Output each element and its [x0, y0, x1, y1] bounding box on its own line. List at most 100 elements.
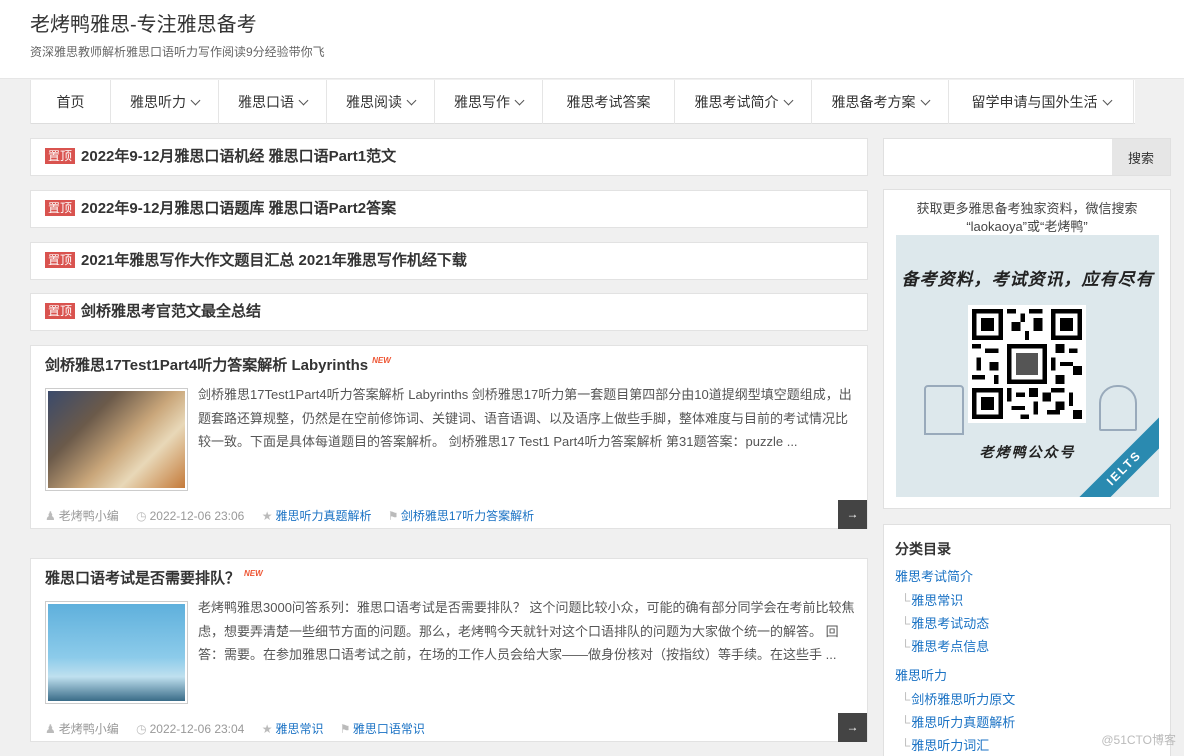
- tag-icon: ⚑: [388, 509, 398, 523]
- new-badge: NEW: [372, 356, 391, 365]
- post-tag: ⚑ 剑桥雅思17听力答案解析: [389, 509, 534, 523]
- subcategory-item[interactable]: └雅思听力词汇: [901, 735, 989, 754]
- sticky-post[interactable]: 置顶 剑桥雅思考官范文最全总结: [30, 293, 868, 331]
- sticky-post[interactable]: 置顶 2022年9-12月雅思口语机经 雅思口语Part1范文: [30, 138, 868, 176]
- sticky-post-title[interactable]: 2022年9-12月雅思口语机经 雅思口语Part1范文: [81, 148, 396, 165]
- nav-item-label: 雅思考试简介: [694, 94, 779, 110]
- sticky-badge: 置顶: [45, 303, 76, 319]
- nav-item-prep-plan[interactable]: 雅思备考方案: [811, 80, 948, 124]
- subcategory-item[interactable]: └雅思听力真题解析: [901, 712, 1015, 731]
- chevron-down-icon: [406, 95, 417, 106]
- flask-decoration: [1099, 385, 1137, 431]
- nav-item-speaking[interactable]: 雅思口语: [218, 80, 326, 124]
- post-title-row: 雅思口语考试是否需要排队？ NEW: [45, 567, 263, 588]
- user-icon: ♟: [45, 722, 56, 736]
- search-widget: 搜索: [883, 138, 1171, 176]
- nav-item-reading[interactable]: 雅思阅读: [326, 80, 434, 124]
- post-excerpt: 剑桥雅思17Test1Part4听力答案解析 Labyrinths 剑桥雅思17…: [198, 387, 852, 449]
- qr-code-pattern: [972, 309, 1082, 419]
- nav-item-label: 留学申请与国外生活: [971, 94, 1098, 110]
- nav-item-label: 雅思写作: [454, 94, 510, 110]
- subcategory-item[interactable]: └剑桥雅思听力原文: [901, 689, 1015, 708]
- subcategory-item[interactable]: └雅思考点信息: [901, 636, 989, 655]
- nav-item-label: 雅思口语: [238, 94, 294, 110]
- post-meta: ♟ 老烤鸭小编 ◷ 2022-12-06 23:04 ★ 雅思常识 ⚑ 雅思口语常识: [45, 720, 439, 737]
- qr-slogan: 备考资料，考试资讯，应有尽有: [901, 270, 1154, 289]
- sticky-post-title[interactable]: 2022年9-12月雅思口语题库 雅思口语Part2答案: [81, 200, 396, 217]
- qr-promo-image: 备考资料，考试资讯，应有尽有 老烤鸭公众号 IELTS: [896, 235, 1159, 497]
- nav-item-exam-answers[interactable]: 雅思考试答案: [542, 80, 674, 124]
- post-title-row: 剑桥雅思17Test1Part4听力答案解析 Labyrinths NEW: [45, 354, 391, 375]
- sticky-badge: 置顶: [45, 148, 76, 164]
- sticky-post[interactable]: 置顶 2022年9-12月雅思口语题库 雅思口语Part2答案: [30, 190, 868, 228]
- post-category: ★ 雅思常识: [262, 722, 324, 736]
- coffee-cup-image: [48, 391, 185, 488]
- sticky-post-title[interactable]: 剑桥雅思考官范文最全总结: [81, 303, 261, 320]
- tag-icon: ⚑: [340, 722, 350, 736]
- qr-widget-text: 获取更多雅思备考独家资料，微信搜索 “laokaoya”或“老烤鸭”: [916, 201, 1138, 234]
- post-title[interactable]: 剑桥雅思17Test1Part4听力答案解析 Labyrinths: [45, 357, 368, 374]
- sticky-post-title[interactable]: 2021年雅思写作大作文题目汇总 2021年雅思写作机经下载: [81, 252, 467, 269]
- read-more-button[interactable]: →: [838, 713, 867, 742]
- sky-ladder-image: [48, 604, 185, 701]
- chevron-down-icon: [298, 95, 309, 106]
- post-category-link[interactable]: 雅思听力真题解析: [275, 509, 371, 523]
- nav-item-listening[interactable]: 雅思听力: [110, 80, 218, 124]
- post-thumbnail[interactable]: [45, 601, 188, 704]
- post-tag-link[interactable]: 雅思口语常识: [353, 722, 425, 736]
- star-icon: ★: [261, 722, 273, 736]
- site-title[interactable]: 老烤鸭雅思-专注雅思备考: [30, 8, 257, 37]
- chevron-down-icon: [920, 95, 930, 106]
- site-header: 老烤鸭雅思-专注雅思备考 资深雅思教师解析雅思口语听力写作阅读9分经验带你飞: [0, 0, 1184, 79]
- clock-icon: ◷: [136, 722, 147, 736]
- subcategory-item[interactable]: └雅思考试动态: [901, 613, 989, 632]
- post-meta: ♟ 老烤鸭小编 ◷ 2022-12-06 23:06 ★ 雅思听力真题解析 ⚑ 剑桥雅思…: [45, 507, 548, 524]
- subcategory-item[interactable]: └雅思常识: [901, 590, 963, 609]
- read-more-button[interactable]: →: [838, 500, 867, 529]
- main-nav: 首页 雅思听力 雅思口语 雅思阅读 雅思写作 雅思考试答案 雅思考试简介 雅思备…: [30, 80, 1135, 124]
- post-thumbnail[interactable]: [45, 388, 188, 491]
- nav-item-label: 雅思考试答案: [566, 94, 651, 110]
- category-item[interactable]: 雅思考试简介: [895, 566, 973, 585]
- search-button[interactable]: 搜索: [1112, 139, 1170, 175]
- post-author: ♟ 老烤鸭小编: [45, 509, 119, 523]
- search-input[interactable]: [884, 139, 1113, 175]
- site-description: 资深雅思教师解析雅思口语听力写作阅读9分经验带你飞: [30, 45, 325, 59]
- nav-item-label: 雅思阅读: [346, 94, 402, 110]
- qr-code-image: [968, 305, 1086, 423]
- post-category-link[interactable]: 雅思常识: [275, 722, 323, 736]
- clock-icon: ◷: [136, 509, 147, 523]
- nav-item-label: 首页: [56, 94, 85, 110]
- post-date: ◷ 2022-12-06 23:04: [136, 722, 245, 736]
- watermark: @51CTO博客: [1101, 733, 1176, 747]
- nav-item-home[interactable]: 首页: [30, 80, 110, 124]
- sticky-post[interactable]: 置顶 2021年雅思写作大作文题目汇总 2021年雅思写作机经下载: [30, 242, 868, 280]
- chevron-down-icon: [1102, 95, 1112, 106]
- chevron-down-icon: [514, 95, 525, 106]
- lighthouse-decoration: [924, 385, 964, 435]
- wechat-qr-widget: 获取更多雅思备考独家资料，微信搜索 “laokaoya”或“老烤鸭” 备考资料，…: [883, 189, 1171, 509]
- post-tag: ⚑ 雅思口语常识: [341, 722, 425, 736]
- post-excerpt: 老烤鸭雅思3000问答系列：雅思口语考试是否需要排队？ 这个问题比较小众，可能的…: [198, 600, 855, 662]
- post-tag-link[interactable]: 剑桥雅思17听力答案解析: [401, 509, 534, 523]
- nav-item-study-abroad[interactable]: 留学申请与国外生活: [948, 80, 1134, 124]
- category-widget: 分类目录 雅思考试简介 └雅思常识 └雅思考试动态 └雅思考点信息 雅思听力 └…: [883, 524, 1171, 756]
- post-card: 剑桥雅思17Test1Part4听力答案解析 Labyrinths NEW 剑桥雅…: [30, 345, 868, 529]
- category-item[interactable]: 雅思听力: [895, 665, 947, 684]
- chevron-down-icon: [783, 95, 793, 106]
- nav-item-exam-intro[interactable]: 雅思考试简介: [674, 80, 811, 124]
- post-card: 雅思口语考试是否需要排队？ NEW 老烤鸭雅思3000问答系列：雅思口语考试是否需…: [30, 558, 868, 742]
- nav-item-label: 雅思备考方案: [831, 94, 916, 110]
- post-category: ★ 雅思听力真题解析: [262, 509, 372, 523]
- post-author: ♟ 老烤鸭小编: [45, 722, 119, 736]
- nav-item-label: 雅思听力: [130, 94, 186, 110]
- sticky-badge: 置顶: [45, 252, 76, 268]
- nav-item-writing[interactable]: 雅思写作: [434, 80, 542, 124]
- sticky-badge: 置顶: [45, 200, 76, 216]
- post-date: ◷ 2022-12-06 23:06: [136, 509, 245, 523]
- user-icon: ♟: [45, 509, 56, 523]
- chevron-down-icon: [190, 95, 201, 106]
- star-icon: ★: [261, 509, 273, 523]
- post-title[interactable]: 雅思口语考试是否需要排队？: [45, 570, 240, 587]
- category-widget-title: 分类目录: [895, 541, 951, 557]
